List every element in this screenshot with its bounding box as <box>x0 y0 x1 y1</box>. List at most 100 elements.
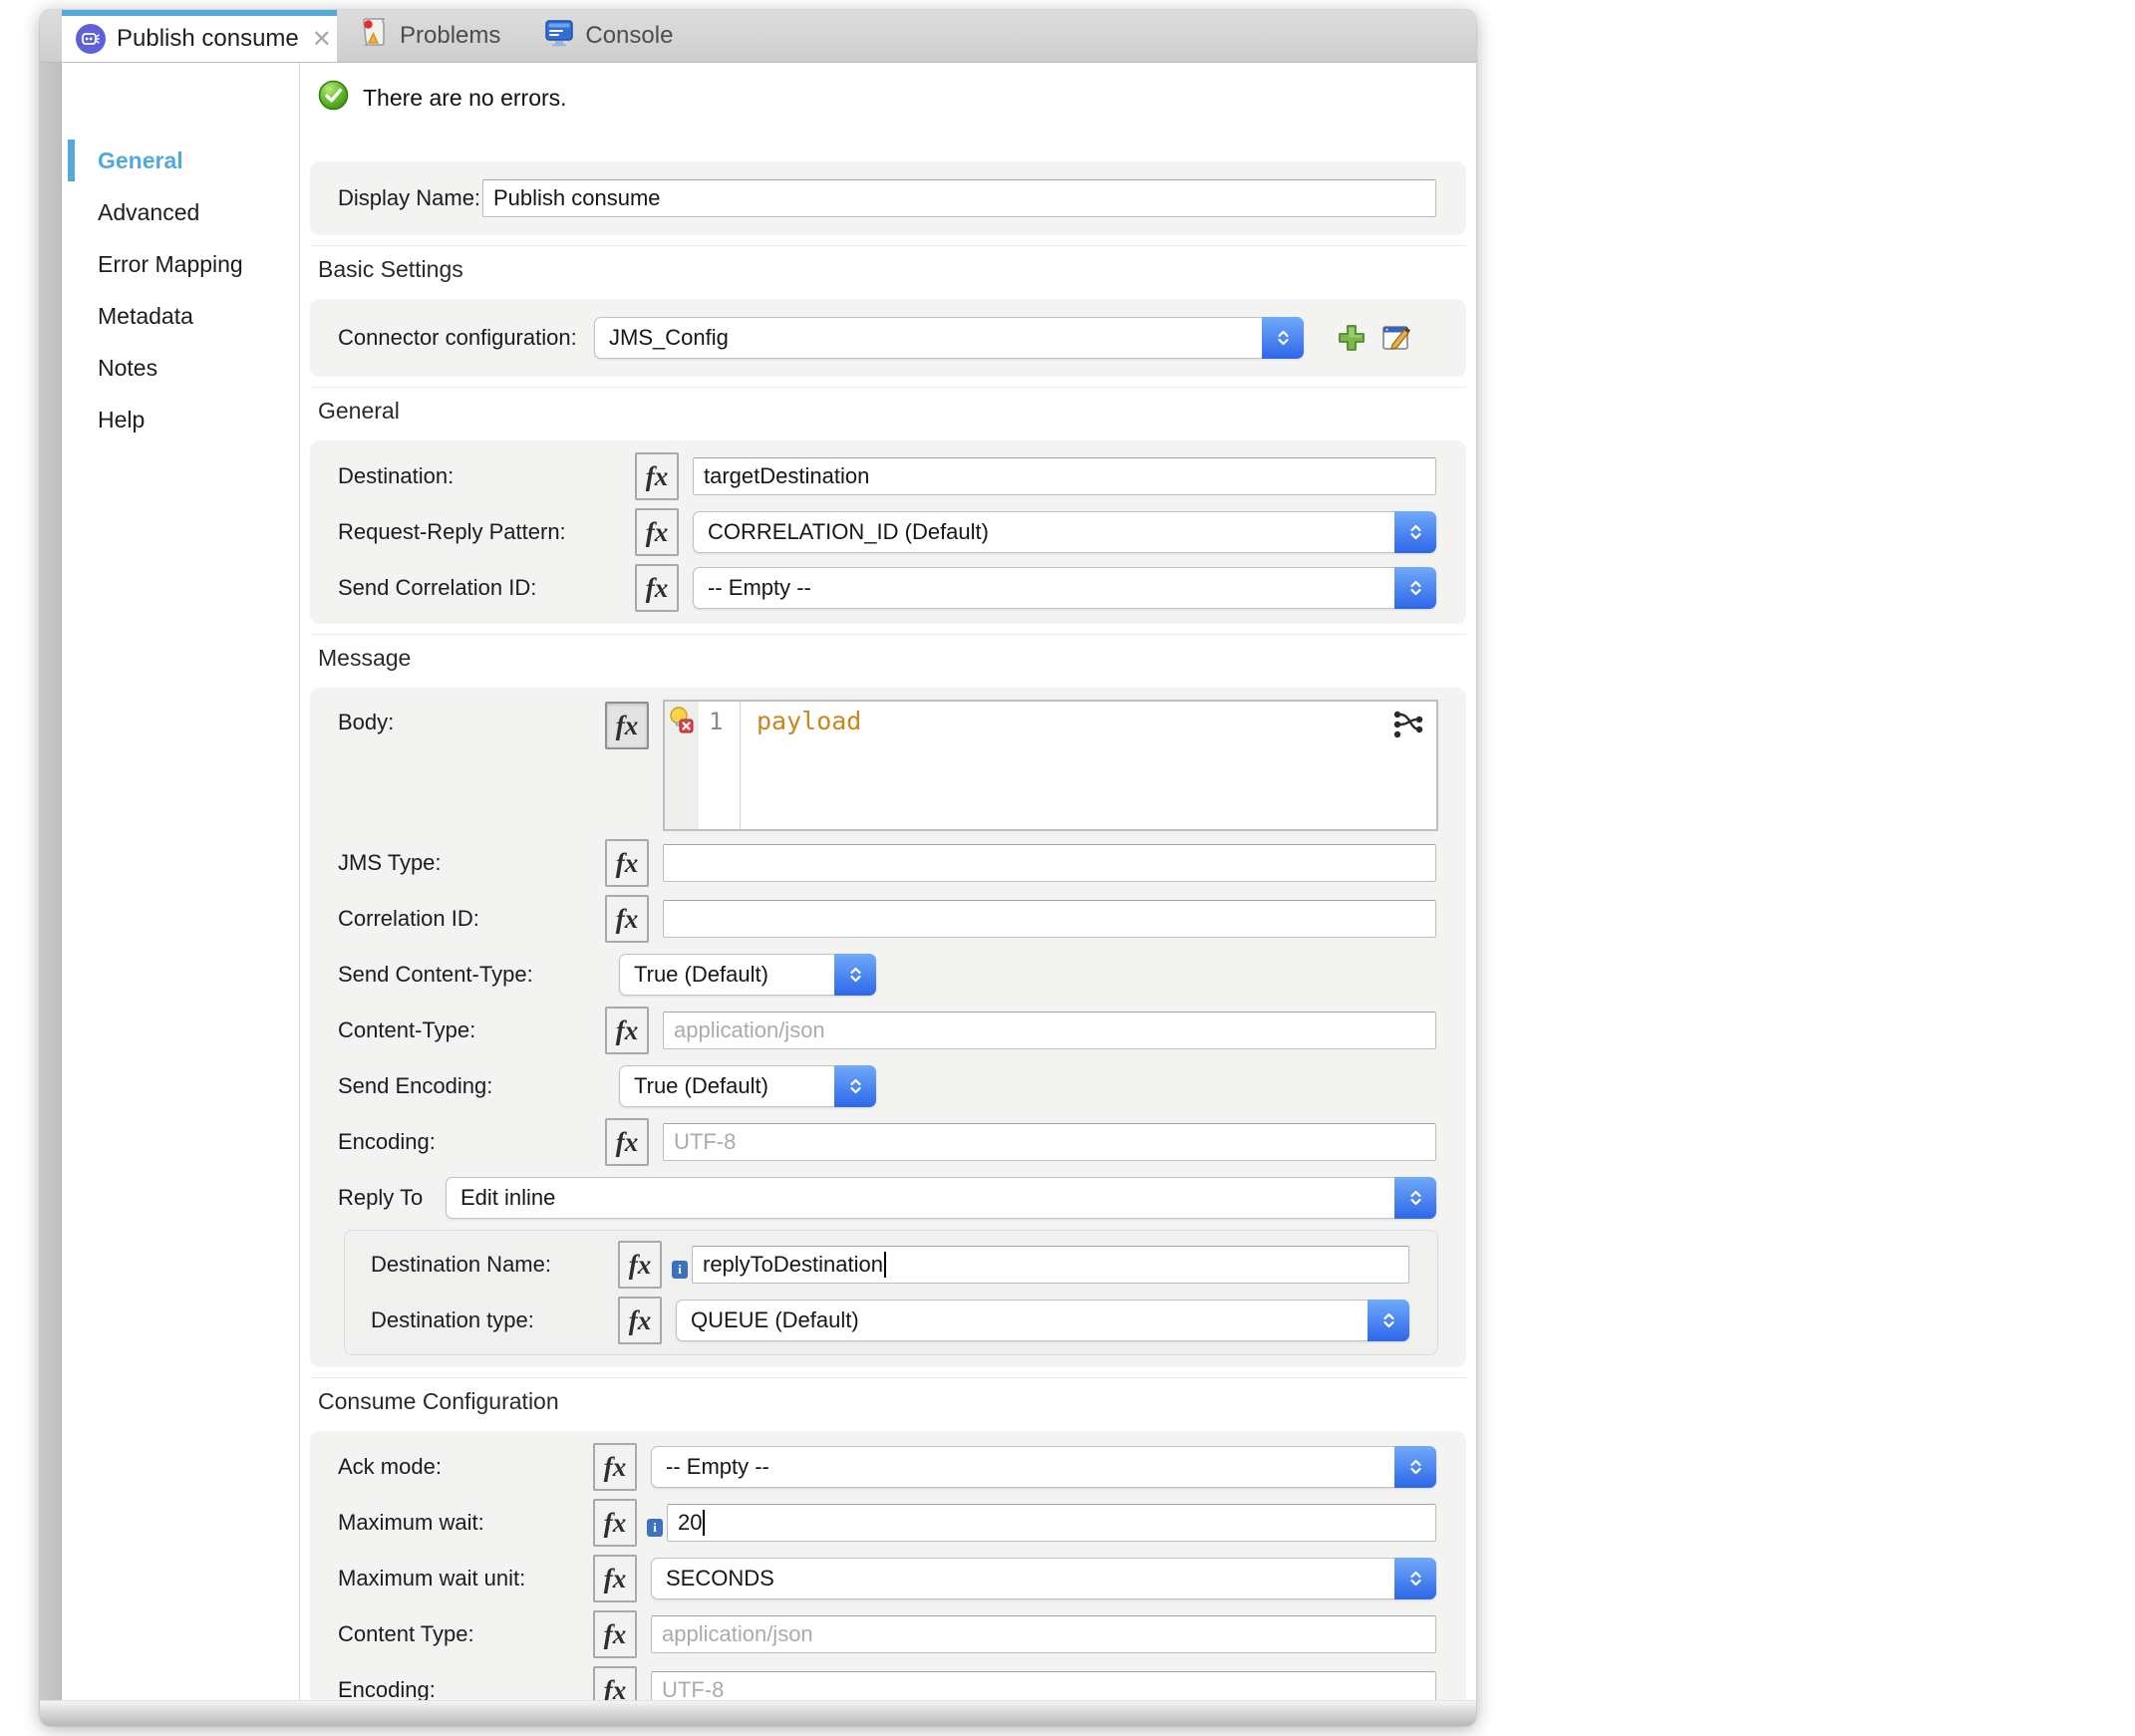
request-reply-pattern-select[interactable]: CORRELATION_ID (Default) <box>693 511 1436 553</box>
fx-expression-button[interactable]: fx <box>605 702 649 749</box>
general-panel: Destination: fx Request-Reply Pattern: f… <box>310 440 1466 624</box>
send-content-type-label: Send Content-Type: <box>338 962 533 987</box>
add-configuration-button[interactable] <box>1334 320 1370 356</box>
editor-code-content[interactable]: payload <box>741 702 1436 829</box>
no-errors-check-icon <box>318 80 349 117</box>
body-code-editor[interactable]: 1 payload <box>663 700 1438 831</box>
ack-mode-select[interactable]: -- Empty -- <box>651 1446 1436 1488</box>
destination-type-label: Destination type: <box>371 1307 534 1332</box>
maximum-wait-unit-select[interactable]: SECONDS <box>651 1558 1436 1599</box>
consume-encoding-label: Encoding: <box>338 1677 436 1700</box>
jms-type-row: JMS Type: fx <box>338 839 1438 887</box>
display-name-panel: Display Name: <box>310 161 1466 235</box>
maximum-wait-value: 20 <box>678 1510 703 1535</box>
connector-configuration-label: Connector configuration: <box>338 325 577 350</box>
consume-content-type-row: Content Type: fx <box>338 1610 1438 1658</box>
chevron-updown-icon <box>834 954 876 996</box>
fx-expression-button[interactable]: fx <box>618 1297 662 1344</box>
send-encoding-value: True (Default) <box>634 1073 768 1098</box>
display-name-input[interactable] <box>482 179 1436 217</box>
maximum-wait-input[interactable]: 20 <box>667 1504 1436 1542</box>
sidebar-item-help[interactable]: Help <box>62 394 299 445</box>
sidebar-item-general[interactable]: General <box>62 135 299 186</box>
sidebar-item-advanced[interactable]: Advanced <box>62 186 299 238</box>
send-encoding-label: Send Encoding: <box>338 1073 493 1098</box>
properties-sidebar: General Advanced Error Mapping Metadata … <box>62 63 300 1700</box>
destination-name-input[interactable]: replyToDestination <box>692 1246 1409 1284</box>
send-encoding-select[interactable]: True (Default) <box>619 1065 876 1107</box>
fx-expression-button[interactable]: fx <box>605 895 649 943</box>
basic-settings-panel: Connector configuration: JMS_Config <box>310 299 1466 377</box>
correlation-id-input[interactable] <box>663 900 1436 938</box>
body-row: Body: fx 1 payload <box>338 700 1438 831</box>
encoding-input[interactable] <box>663 1123 1436 1161</box>
connector-configuration-select[interactable]: JMS_Config <box>594 317 1304 359</box>
consume-content-type-input[interactable] <box>651 1615 1436 1653</box>
maximum-wait-unit-value: SECONDS <box>666 1566 774 1591</box>
sidebar-item-notes[interactable]: Notes <box>62 342 299 394</box>
reply-to-inline-panel: Destination Name: fx i replyToDestinatio… <box>344 1230 1438 1355</box>
send-correlation-id-label: Send Correlation ID: <box>338 575 537 600</box>
maximum-wait-label: Maximum wait: <box>338 1510 484 1535</box>
send-content-type-value: True (Default) <box>634 962 768 987</box>
tab-console-label: Console <box>585 22 674 49</box>
content-type-input[interactable] <box>663 1012 1436 1049</box>
consume-encoding-input[interactable] <box>651 1671 1436 1700</box>
chevron-updown-icon <box>1394 1558 1436 1599</box>
view-left-trim <box>40 63 62 1700</box>
chevron-updown-icon <box>1394 1177 1436 1219</box>
properties-form: There are no errors. Display Name: Basic… <box>300 63 1476 1700</box>
text-caret <box>703 1510 706 1536</box>
fx-expression-button[interactable]: fx <box>635 452 679 500</box>
destination-type-select[interactable]: QUEUE (Default) <box>676 1300 1409 1341</box>
fx-expression-button[interactable]: fx <box>635 564 679 612</box>
jms-type-label: JMS Type: <box>338 850 442 875</box>
content-type-row: Content-Type: fx <box>338 1007 1438 1054</box>
ack-mode-value: -- Empty -- <box>666 1454 769 1479</box>
basic-settings-heading: Basic Settings <box>310 245 1466 299</box>
destination-type-value: QUEUE (Default) <box>691 1307 859 1332</box>
encoding-row: Encoding: fx <box>338 1118 1438 1166</box>
properties-window: Publish consume ✕ Problems Console Gener… <box>40 10 1476 1726</box>
tab-console[interactable]: Console <box>522 10 695 62</box>
sidebar-item-metadata[interactable]: Metadata <box>62 290 299 342</box>
fx-expression-button[interactable]: fx <box>605 1118 649 1166</box>
sidebar-item-error-mapping[interactable]: Error Mapping <box>62 238 299 290</box>
fx-expression-button[interactable]: fx <box>593 1610 637 1658</box>
info-icon: i <box>672 1261 688 1279</box>
problems-icon <box>359 17 389 56</box>
send-correlation-id-row: Send Correlation ID: fx -- Empty -- <box>338 564 1438 612</box>
jms-type-input[interactable] <box>663 844 1436 882</box>
status-message: There are no errors. <box>363 85 567 111</box>
fx-expression-button[interactable]: fx <box>605 839 649 887</box>
info-icon: i <box>647 1519 663 1537</box>
editor-annotation-ruler <box>665 702 699 829</box>
fx-expression-button[interactable]: fx <box>593 1666 637 1700</box>
dataweave-mapping-icon[interactable] <box>1390 708 1426 746</box>
encoding-label: Encoding: <box>338 1129 436 1154</box>
fx-expression-button[interactable]: fx <box>593 1555 637 1602</box>
destination-input[interactable] <box>693 457 1436 495</box>
tab-bar: Publish consume ✕ Problems Console <box>40 10 1476 63</box>
destination-label: Destination: <box>338 463 455 488</box>
tab-publish-consume[interactable]: Publish consume ✕ <box>62 10 337 62</box>
fx-expression-button[interactable]: fx <box>635 508 679 556</box>
fx-expression-button[interactable]: fx <box>593 1443 637 1491</box>
chevron-updown-icon <box>834 1065 876 1107</box>
fx-expression-button[interactable]: fx <box>605 1007 649 1054</box>
quickfix-bulb-error-icon[interactable] <box>667 706 697 742</box>
chevron-updown-icon <box>1368 1300 1409 1341</box>
chevron-updown-icon <box>1262 317 1304 359</box>
chevron-updown-icon <box>1394 511 1436 553</box>
console-icon <box>544 18 574 55</box>
fx-expression-button[interactable]: fx <box>618 1241 662 1289</box>
fx-expression-button[interactable]: fx <box>593 1499 637 1547</box>
reply-to-label: Reply To <box>338 1185 424 1210</box>
close-icon[interactable]: ✕ <box>312 25 332 54</box>
reply-to-select[interactable]: Edit inline <box>446 1177 1436 1219</box>
edit-configuration-button[interactable] <box>1379 320 1415 356</box>
send-content-type-select[interactable]: True (Default) <box>619 954 876 996</box>
chevron-updown-icon <box>1394 1446 1436 1488</box>
tab-problems[interactable]: Problems <box>337 10 522 62</box>
send-correlation-id-select[interactable]: -- Empty -- <box>693 567 1436 609</box>
